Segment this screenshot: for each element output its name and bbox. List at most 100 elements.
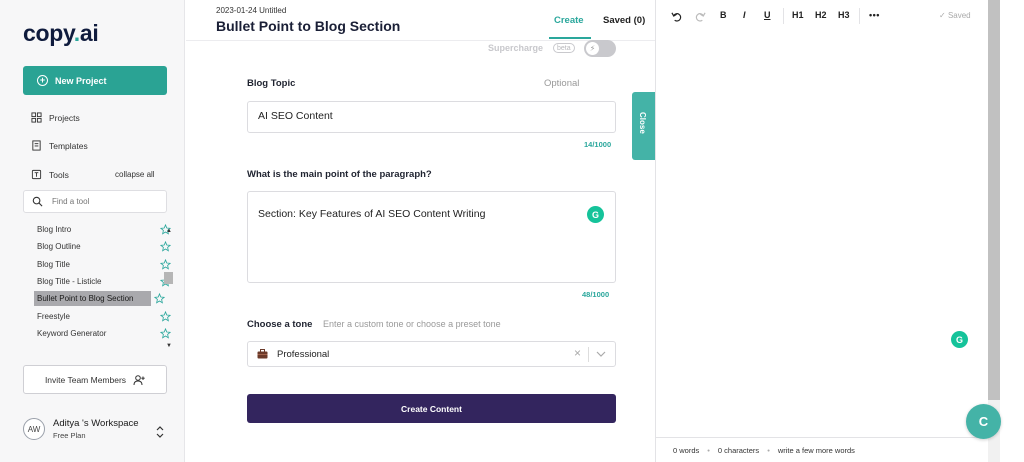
- close-panel-tab[interactable]: Close: [632, 92, 655, 160]
- word-count: 0 words: [673, 445, 700, 455]
- sidebar-item-templates[interactable]: Templates: [31, 140, 88, 151]
- new-project-button[interactable]: + New Project: [23, 66, 167, 95]
- editor-panel: B I U H1 H2 H3 ••• ✓ Saved G: [655, 0, 988, 462]
- sidebar-item-label: Projects: [49, 112, 80, 123]
- tool-label: Blog Title - Listicle: [37, 277, 102, 286]
- sidebar: copy.ai + New Project Projects Templates…: [0, 0, 185, 462]
- status-separator: •: [767, 445, 770, 455]
- copyai-logo[interactable]: copy.ai: [23, 20, 99, 47]
- find-tool-search: [23, 190, 167, 213]
- clear-icon[interactable]: ×: [574, 346, 581, 360]
- copyai-chat-button[interactable]: C: [966, 404, 1001, 439]
- avatar: AW: [23, 418, 45, 440]
- tool-label: Freestyle: [37, 312, 70, 321]
- supercharge-toggle[interactable]: ⚡: [584, 40, 616, 57]
- editor-status-bar: 0 words • 0 characters • write a few mor…: [655, 437, 988, 462]
- tools-icon: [31, 169, 42, 180]
- tool-label: Blog Title: [37, 260, 70, 269]
- h2-button[interactable]: H2: [815, 10, 827, 20]
- supercharge-label: Supercharge: [488, 43, 544, 53]
- bold-button[interactable]: B: [720, 10, 727, 20]
- invite-team-members-button[interactable]: Invite Team Members: [23, 365, 167, 394]
- tool-item-blog-title-listicle[interactable]: Blog Title - Listicle: [34, 274, 171, 289]
- tool-item-bullet-point-to-blog-section[interactable]: Bullet Point to Blog Section: [34, 291, 165, 306]
- editor-toolbar: B I U H1 H2 H3 ••• ✓ Saved: [656, 0, 989, 33]
- active-tab-indicator: [549, 37, 591, 39]
- blog-topic-counter: 14/1000: [584, 140, 612, 149]
- tool-item-blog-intro[interactable]: Blog Intro: [34, 222, 171, 237]
- tool-item-blog-outline[interactable]: Blog Outline: [34, 239, 171, 254]
- sidebar-item-label: Tools: [49, 169, 69, 180]
- sidebar-item-projects[interactable]: Projects: [31, 112, 80, 123]
- document-icon: [32, 140, 41, 151]
- saved-status: ✓ Saved: [939, 11, 971, 20]
- grammarly-icon[interactable]: G: [587, 206, 604, 223]
- workspace-switcher[interactable]: AW Aditya 's Workspace Free Plan: [23, 418, 139, 440]
- close-tab-label: Close: [638, 112, 647, 134]
- main-point-counter: 48/1000: [582, 290, 610, 299]
- tool-label: Bullet Point to Blog Section: [37, 294, 134, 303]
- main-point-textarea[interactable]: Section: Key Features of AI SEO Content …: [247, 191, 616, 283]
- header-divider: [186, 40, 656, 41]
- h3-button[interactable]: H3: [838, 10, 850, 20]
- toolbar-divider: [783, 8, 784, 24]
- tone-select[interactable]: Professional ×: [247, 341, 616, 367]
- select-separator: [588, 347, 589, 362]
- lightning-icon: ⚡: [586, 42, 599, 55]
- optional-label: Optional: [544, 78, 580, 89]
- tool-label: Blog Intro: [37, 225, 72, 234]
- grammarly-icon[interactable]: G: [951, 331, 968, 348]
- tool-item-keyword-generator[interactable]: Keyword Generator: [34, 326, 171, 341]
- tool-list-scrollbar[interactable]: ▲ ▼: [163, 225, 174, 352]
- scroll-down-arrow-icon[interactable]: ▼: [166, 343, 172, 349]
- page-title: Bullet Point to Blog Section: [216, 18, 401, 34]
- italic-button[interactable]: I: [743, 10, 746, 20]
- tone-label: Choose a tone: [247, 319, 313, 330]
- saved-status-label: Saved: [947, 11, 971, 20]
- tool-label: Blog Outline: [37, 242, 81, 251]
- tone-selected-value: Professional: [277, 348, 330, 360]
- tool-item-freestyle[interactable]: Freestyle: [34, 309, 171, 324]
- tool-item-blog-title[interactable]: Blog Title: [34, 257, 171, 272]
- underline-button[interactable]: U: [764, 10, 771, 20]
- find-tool-input[interactable]: [52, 197, 152, 206]
- tone-hint: Enter a custom tone or choose a preset t…: [323, 319, 501, 329]
- collapse-all-link[interactable]: collapse all: [115, 170, 155, 179]
- workspace-plan: Free Plan: [53, 431, 86, 440]
- blog-topic-label: Blog Topic: [247, 78, 296, 89]
- create-content-button[interactable]: Create Content: [247, 394, 616, 423]
- tool-label: Keyword Generator: [37, 329, 107, 338]
- chevron-down-icon[interactable]: [596, 350, 606, 358]
- document-date: 2023-01-24 Untitled: [216, 6, 287, 15]
- tool-list: Blog Intro Blog Outline Blog Title Blog …: [23, 222, 175, 352]
- tab-create[interactable]: Create: [554, 15, 584, 26]
- scroll-up-arrow-icon[interactable]: ▲: [166, 228, 172, 234]
- sidebar-item-tools[interactable]: Tools: [31, 169, 69, 180]
- character-count: 0 characters: [717, 445, 760, 455]
- search-icon: [32, 196, 43, 207]
- status-hint: write a few more words: [777, 445, 855, 455]
- invite-label: Invite Team Members: [44, 374, 127, 385]
- sidebar-item-label: Templates: [49, 140, 88, 151]
- h1-button[interactable]: H1: [792, 10, 804, 20]
- add-user-icon: [133, 374, 145, 385]
- chevron-up-down-icon[interactable]: [155, 425, 165, 439]
- undo-icon[interactable]: [671, 11, 682, 22]
- plus-circle-icon: +: [37, 75, 48, 86]
- briefcase-icon: [257, 349, 268, 359]
- beta-badge: beta: [553, 43, 575, 53]
- new-project-label: New Project: [55, 75, 107, 86]
- tab-saved[interactable]: Saved (0): [603, 15, 645, 26]
- workspace-name: Aditya 's Workspace: [53, 418, 139, 429]
- logo-suffix: ai: [79, 20, 99, 46]
- more-options-button[interactable]: •••: [869, 10, 880, 20]
- grid-icon: [31, 112, 42, 123]
- toolbar-divider: [859, 8, 860, 24]
- main-point-label: What is the main point of the paragraph?: [247, 169, 432, 180]
- editor-scrollbar-thumb[interactable]: [988, 0, 1000, 400]
- scrollbar-thumb[interactable]: [164, 272, 173, 284]
- redo-icon[interactable]: [695, 11, 706, 22]
- status-separator: •: [707, 445, 710, 455]
- logo-text: copy: [23, 20, 74, 46]
- blog-topic-input[interactable]: AI SEO Content: [247, 101, 616, 133]
